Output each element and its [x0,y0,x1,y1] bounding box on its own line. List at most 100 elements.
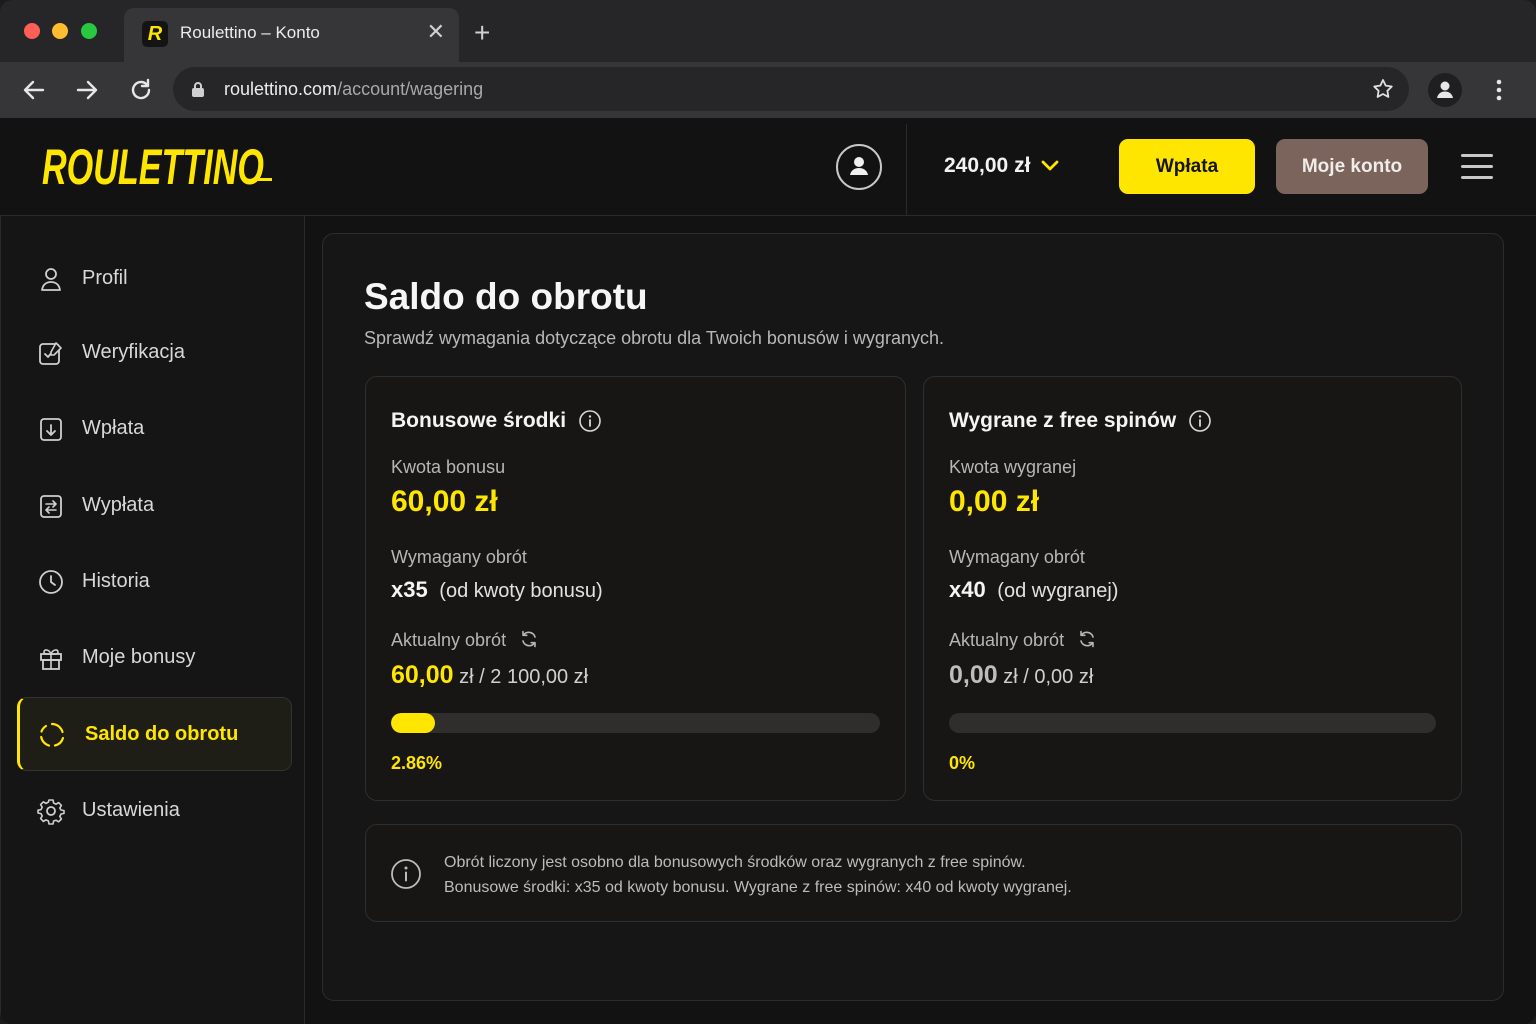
page-title: Saldo do obrotu [364,276,648,317]
progress-percent: 0% [949,753,976,773]
multiplier-value: x35 [391,577,428,602]
separator: / [1023,666,1029,688]
reload-icon[interactable] [125,74,157,106]
multiplier-note: (od wygranej) [997,580,1119,602]
refresh-icon[interactable] [1077,629,1097,649]
bonus-amount: 60,00 zł [391,485,498,518]
balance-amount: 240,00 zł [944,154,1031,177]
amount-label: Kwota wygranej [949,457,1077,477]
site-header: ROULETTINO 240,00 zł Wpłata Moje konto [0,118,1536,216]
required-label: Wymagany obrót [949,547,1085,567]
required-label: Wymagany obrót [391,547,527,567]
current-label: Aktualny obrót [949,630,1065,650]
gift-icon [40,649,62,670]
clock-icon [39,570,63,594]
back-icon[interactable] [18,74,50,106]
hamburger-menu-icon[interactable] [1461,154,1493,180]
note-line-1: Obrót liczony jest osobno dla bonusowych… [444,854,1026,871]
close-window-button[interactable] [24,23,40,39]
multiplier-note: (od kwoty bonusu) [439,580,603,602]
info-icon [391,859,421,889]
new-tab-icon[interactable]: + [474,18,490,48]
wagering-panel: Saldo do obrotu Sprawdź wymagania dotycz… [322,233,1504,1001]
header-divider [906,124,907,216]
deposit-button[interactable]: Wpłata [1119,139,1255,194]
sidebar-item-label: Wypłata [82,494,155,516]
progress-bar [391,713,880,733]
sidebar-item-historia[interactable]: Historia [17,545,292,619]
winnings-amount: 0,00 zł [949,485,1040,518]
tab-title: Roulettino – Konto [180,23,320,42]
target-value: 2 100,00 zł [490,666,589,688]
sidebar-item-label: Historia [82,570,150,592]
card-title-text: Bonusowe środki [391,409,567,432]
my-account-button[interactable]: Moje konto [1276,139,1428,194]
bonus-funds-card: Bonusowe środki Kwota bonusu 60,00 zł Wy… [365,376,906,801]
sidebar-item-label: Weryfikacja [82,341,185,363]
account-sidebar: Profil Weryfikacja Wpłata Wypłata Histor… [0,216,305,1024]
balance-dropdown[interactable]: 240,00 zł [944,154,1060,178]
current-value: 60,00 [391,661,454,689]
user-icon [41,268,61,291]
info-icon[interactable] [1188,409,1212,433]
bookmark-star-icon[interactable] [1371,77,1395,106]
target-value: 0,00 zł [1034,666,1094,688]
sidebar-item-label: Ustawienia [82,799,180,821]
card-title-text: Wygrane z free spinów [949,409,1177,432]
favicon-icon: R [142,21,168,47]
maximize-window-button[interactable] [81,23,97,39]
url-text: roulettino.com/account/wagering [224,79,483,100]
sidebar-item-label: Saldo do obrotu [85,723,239,745]
verify-icon [39,342,62,365]
separator: / [479,666,485,688]
minimize-window-button[interactable] [52,23,68,39]
sidebar-item-ustawienia[interactable]: Ustawienia [17,774,292,848]
roulettino-logo[interactable]: ROULETTINO [40,138,280,199]
sidebar-item-saldo-do-obrotu[interactable]: Saldo do obrotu [17,697,292,771]
current-turnover-label-row: Aktualny obrót [949,629,1097,651]
tab-strip: R Roulettino – Konto ✕ + [0,0,1536,62]
sidebar-item-label: Wpłata [82,417,145,439]
page-subtitle: Sprawdź wymagania dotyczące obrotu dla T… [364,328,944,348]
url-path: /account/wagering [337,79,484,99]
chevron-down-icon [1042,160,1059,171]
browser-menu-icon[interactable] [1490,74,1508,106]
current-label: Aktualny obrót [391,630,507,650]
sidebar-item-wyplata[interactable]: Wypłata [17,469,292,543]
sidebar-item-wplata[interactable]: Wpłata [17,392,292,466]
amount-label: Kwota bonusu [391,457,506,477]
close-tab-icon[interactable]: ✕ [427,20,445,44]
browser-profile-icon[interactable] [1428,73,1462,107]
sidebar-item-moje-bonusy[interactable]: Moje bonusy [17,621,292,695]
note-line-2: Bonusowe środki: x35 od kwoty bonusu. Wy… [444,879,1072,896]
progress-fill [391,713,435,733]
current-value: 0,00 [949,661,998,689]
sidebar-item-weryfikacja[interactable]: Weryfikacja [17,316,292,390]
browser-toolbar: roulettino.com/account/wagering [0,62,1536,118]
info-note: Obrót liczony jest osobno dla bonusowych… [365,824,1462,922]
note-text: Obrót liczony jest osobno dla bonusowych… [444,850,1072,900]
sidebar-item-label: Moje bonusy [82,646,196,668]
info-icon[interactable] [578,409,602,433]
wagering-icon [40,722,65,747]
browser-tab[interactable]: R Roulettino – Konto ✕ [124,8,459,62]
multiplier-value: x40 [949,577,986,602]
current-unit: zł [1003,666,1018,688]
lock-icon [191,81,205,103]
required-multiplier: x35 (od kwoty bonusu) [391,577,603,603]
refresh-icon[interactable] [519,629,539,649]
current-turnover: 60,00 zł / 2 100,00 zł [391,661,588,690]
progress-percent: 2.86% [391,753,443,773]
current-turnover-label-row: Aktualny obrót [391,629,539,651]
card-title: Wygrane z free spinów [949,409,1212,433]
address-bar[interactable]: roulettino.com/account/wagering [173,67,1409,111]
free-spins-winnings-card: Wygrane z free spinów Kwota wygranej 0,0… [923,376,1462,801]
forward-icon[interactable] [71,74,103,106]
sidebar-item-profil[interactable]: Profil [17,242,292,316]
user-avatar-icon[interactable] [836,144,882,190]
deposit-icon [40,418,62,441]
progress-bar [949,713,1436,733]
logo-text: ROULETTINO [42,139,264,194]
current-unit: zł [459,666,474,688]
required-multiplier: x40 (od wygranej) [949,577,1118,603]
